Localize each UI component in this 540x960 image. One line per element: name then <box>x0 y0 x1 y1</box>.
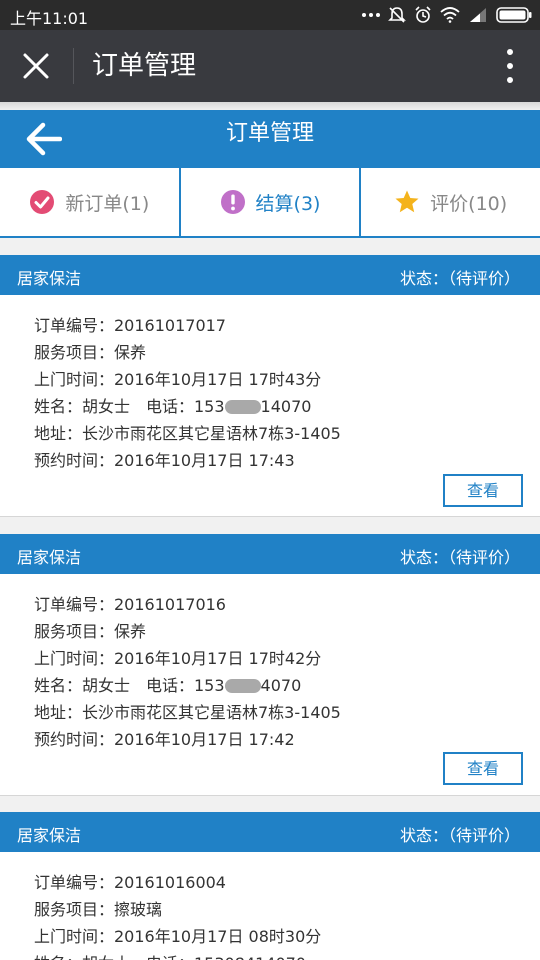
wifi-icon <box>440 7 460 23</box>
order-card-header: 居家保洁 状态：（待评价） <box>0 255 540 295</box>
page-title: 订单管理 <box>225 121 314 146</box>
tab-new-orders[interactable]: 新订单(1) <box>0 168 181 236</box>
order-details: 订单编号：20161017017 服务项目：保养 上门时间：2016年10月17… <box>0 295 540 474</box>
booking-time: 预约时间：2016年10月17日 17:42 <box>34 730 295 749</box>
visit-time: 上门时间：2016年10月17日 17时43分 <box>34 370 322 389</box>
redacted-phone-digits <box>224 679 261 693</box>
signal-icon <box>470 8 486 22</box>
app-header: 订单管理 <box>0 110 540 168</box>
service-category: 居家保洁 <box>17 548 82 567</box>
more-dots-icon <box>362 13 380 17</box>
order-status: 状态：（待评价） <box>399 548 520 567</box>
tab-settlement-label: 结算(3) <box>255 192 321 215</box>
status-bar: 上午11:01 <box>0 0 540 30</box>
status-icons <box>362 4 532 26</box>
tab-new-orders-label: 新订单(1) <box>65 192 150 215</box>
order-status: 状态：（待评价） <box>399 826 520 845</box>
star-icon <box>395 190 419 213</box>
order-details: 订单编号：20161016004 服务项目：擦玻璃 上门时间：2016年10月1… <box>0 852 540 960</box>
redacted-phone-digits <box>224 400 261 414</box>
order-card-header: 居家保洁 状态：（待评价） <box>0 812 540 852</box>
check-circle-icon <box>30 190 55 214</box>
service-category: 居家保洁 <box>17 826 82 845</box>
header-shadow <box>0 102 540 110</box>
service-item: 服务项目：擦玻璃 <box>34 900 163 919</box>
wechat-title: 订单管理 <box>92 51 197 81</box>
service-category: 居家保洁 <box>17 269 82 288</box>
battery-icon <box>496 7 532 23</box>
view-order-button[interactable]: 查看 <box>443 474 523 507</box>
order-number: 订单编号：20161017016 <box>34 595 226 614</box>
mute-icon <box>388 7 406 23</box>
status-time: 上午11:01 <box>10 9 89 28</box>
order-tabs: 新订单(1) 结算(3) 评价(10) <box>0 168 540 238</box>
customer-contact: 姓名：胡女士 电话：153 4070 <box>34 672 540 699</box>
more-vertical-icon[interactable] <box>504 48 516 84</box>
wechat-title-bar: 订单管理 <box>0 30 540 102</box>
service-item: 服务项目：保养 <box>34 343 147 362</box>
order-status: 状态：（待评价） <box>399 269 520 288</box>
tab-reviews[interactable]: 评价(10) <box>361 168 540 236</box>
address: 地址：长沙市雨花区其它星语林7栋3-1405 <box>34 424 341 443</box>
order-card: 居家保洁 状态：（待评价） 订单编号：20161017017 服务项目：保养 上… <box>0 255 540 517</box>
phone-tail: 4070 <box>260 676 302 695</box>
booking-time: 预约时间：2016年10月17日 17:43 <box>34 451 295 470</box>
order-number: 订单编号：20161017017 <box>34 316 226 335</box>
address: 地址：长沙市雨花区其它星语林7栋3-1405 <box>34 703 341 722</box>
customer-contact: 姓名：胡女士 电话：15308414070 <box>34 950 540 960</box>
customer-name-phone: 姓名：胡女士 电话：153 <box>34 397 225 416</box>
order-card: 居家保洁 状态：（待评价） 订单编号：20161016004 服务项目：擦玻璃 … <box>0 812 540 960</box>
alarm-icon <box>415 6 431 23</box>
view-order-button[interactable]: 查看 <box>443 752 523 785</box>
phone-tail: 14070 <box>260 397 312 416</box>
customer-contact: 姓名：胡女士 电话：153 14070 <box>34 393 540 420</box>
close-icon[interactable] <box>20 50 52 82</box>
tab-reviews-label: 评价(10) <box>430 192 508 215</box>
order-details: 订单编号：20161017016 服务项目：保养 上门时间：2016年10月17… <box>0 574 540 753</box>
visit-time: 上门时间：2016年10月17日 17时42分 <box>34 649 322 668</box>
visit-time: 上门时间：2016年10月17日 08时30分 <box>34 927 322 946</box>
order-number: 订单编号：20161016004 <box>34 873 226 892</box>
title-divider <box>73 48 74 84</box>
tab-settlement[interactable]: 结算(3) <box>181 168 362 236</box>
service-item: 服务项目：保养 <box>34 622 147 641</box>
customer-name-phone: 姓名：胡女士 电话：153 <box>34 676 225 695</box>
order-card-header: 居家保洁 状态：（待评价） <box>0 534 540 574</box>
order-card: 居家保洁 状态：（待评价） 订单编号：20161017016 服务项目：保养 上… <box>0 534 540 796</box>
exclamation-circle-icon <box>220 190 245 214</box>
